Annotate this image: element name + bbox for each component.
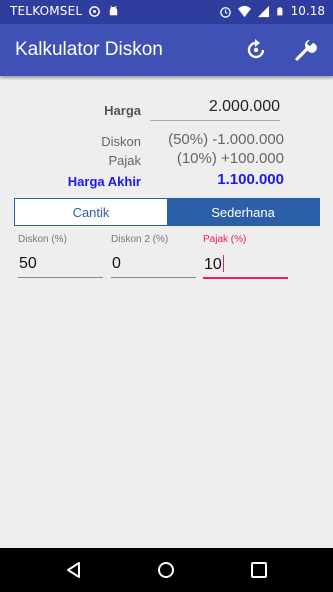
pajak-field-label: Pajak (%) (203, 234, 247, 245)
clock: 10.18 (290, 4, 325, 18)
pajak-field: Pajak (%) 10 (203, 234, 288, 279)
android-debug-icon (110, 5, 118, 15)
mode-tabs: Cantik Sederhana (14, 198, 320, 226)
reset-icon[interactable] (243, 37, 269, 63)
wrench-icon[interactable] (293, 37, 319, 63)
app-title: Kalkulator Diskon (15, 39, 163, 60)
diskon-field-label: Diskon (%) (18, 234, 67, 245)
diskon-label: Diskon (101, 134, 141, 149)
diskon-input[interactable]: 50 (18, 255, 103, 278)
text-caret (222, 255, 224, 272)
harga-akhir-label: Harga Akhir (67, 174, 141, 189)
tab-cantik[interactable]: Cantik (15, 199, 167, 225)
tab-sederhana[interactable]: Sederhana (167, 199, 319, 225)
wifi-icon (237, 5, 251, 17)
pajak-input[interactable]: 10 (204, 256, 222, 273)
status-bar: TELKOMSEL 10.18 (0, 0, 333, 24)
recents-icon[interactable] (249, 560, 269, 580)
diskon-field: Diskon (%) 50 (18, 234, 103, 278)
pajak-input-box[interactable]: 10 (203, 255, 288, 279)
harga-input[interactable]: 2.000.000 (150, 98, 280, 121)
harga-label: Harga (104, 103, 141, 118)
harga-akhir-amount: 1.100.000 (217, 171, 284, 188)
alarm-icon (219, 6, 231, 18)
app-bar: Kalkulator Diskon (0, 24, 333, 76)
diskon-amount: (50%) -1.000.000 (168, 131, 284, 148)
diskon2-input[interactable]: 0 (111, 255, 196, 278)
sync-icon (89, 5, 101, 17)
diskon2-field-label: Diskon 2 (%) (111, 234, 169, 245)
battery-icon (276, 6, 283, 15)
home-icon[interactable] (156, 560, 176, 580)
diskon2-field: Diskon 2 (%) 0 (111, 234, 196, 278)
pajak-label: Pajak (108, 153, 141, 168)
pajak-amount: (10%) +100.000 (176, 150, 284, 167)
back-icon[interactable] (64, 560, 84, 580)
carrier-name: TELKOMSEL (10, 4, 83, 18)
signal-icon (257, 5, 269, 17)
navigation-bar (0, 548, 333, 592)
